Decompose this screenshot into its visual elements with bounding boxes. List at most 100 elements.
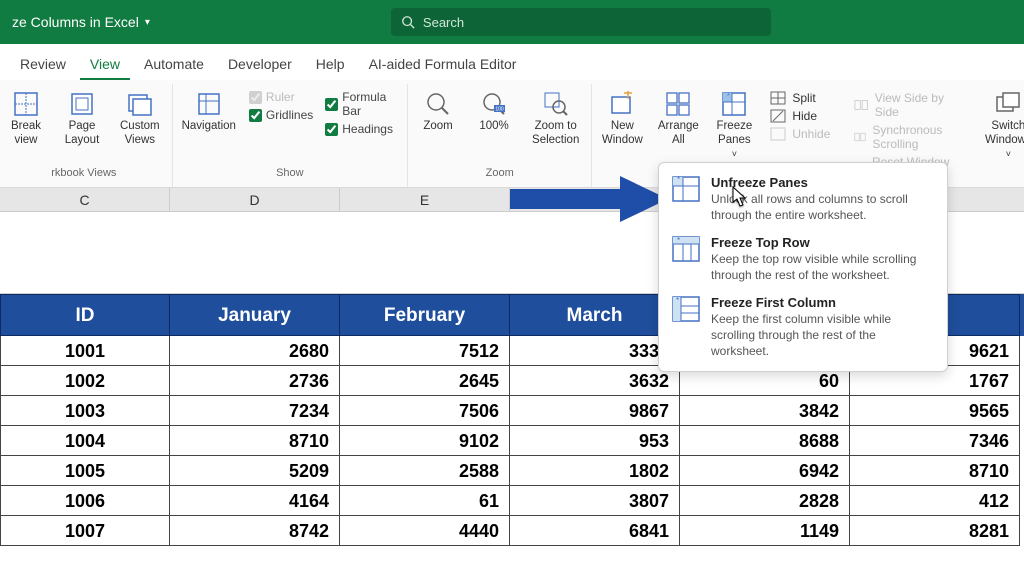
headings-checkbox[interactable]: Headings	[325, 122, 399, 136]
zoom-to-selection-button[interactable]: Zoom to Selection	[528, 88, 583, 150]
freeze-top-row-item[interactable]: * Freeze Top Row Keep the top row visibl…	[665, 229, 941, 289]
data-cell[interactable]: 9867	[510, 396, 680, 426]
title-text: ze Columns in Excel	[12, 14, 139, 30]
navigation-button[interactable]: Navigation	[181, 88, 237, 136]
search-input[interactable]: Search	[391, 8, 771, 36]
tab-help[interactable]: Help	[306, 48, 355, 80]
header-cell[interactable]: February	[340, 294, 510, 336]
hide-button[interactable]: Hide	[768, 108, 832, 124]
dropdown-title: Freeze Top Row	[711, 235, 935, 250]
data-cell[interactable]: 5209	[170, 456, 340, 486]
label: Freeze Panes ˅	[716, 120, 752, 161]
group-show: Navigation Ruler Gridlines Formula Bar H…	[173, 84, 408, 187]
data-cell[interactable]: 6841	[510, 516, 680, 546]
mouse-cursor	[732, 186, 750, 213]
data-cell[interactable]: 3632	[510, 366, 680, 396]
freeze-panes-button[interactable]: * Freeze Panes ˅	[712, 88, 756, 163]
data-cell[interactable]: 1005	[0, 456, 170, 486]
data-cell[interactable]: 1003	[0, 396, 170, 426]
formula-bar-checkbox[interactable]: Formula Bar	[325, 90, 399, 118]
data-cell[interactable]: 1149	[680, 516, 850, 546]
unhide-button: Unhide	[768, 126, 832, 142]
zoom-button[interactable]: Zoom	[416, 88, 460, 136]
gridlines-checkbox[interactable]: Gridlines	[249, 108, 313, 122]
data-cell[interactable]: 8742	[170, 516, 340, 546]
formula-bar-check[interactable]	[325, 98, 338, 111]
data-cell[interactable]: 2680	[170, 336, 340, 366]
freeze-panes-dropdown: * Unfreeze Panes Unlock all rows and col…	[658, 162, 948, 372]
navigation-icon	[195, 90, 223, 118]
zoom-icon	[424, 90, 452, 118]
freeze-first-column-item[interactable]: * Freeze First Column Keep the first col…	[665, 289, 941, 365]
data-cell[interactable]: 4440	[340, 516, 510, 546]
tab-ai-formula[interactable]: AI-aided Formula Editor	[359, 48, 527, 80]
header-cell[interactable]: March	[510, 294, 680, 336]
data-cell[interactable]: 9565	[850, 396, 1020, 426]
view-side-by-side-button: View Side by Side	[852, 90, 963, 120]
svg-text:*: *	[677, 175, 680, 184]
label: Page Layout	[65, 120, 100, 148]
label: Navigation	[182, 120, 236, 134]
data-cell[interactable]: 8710	[850, 456, 1020, 486]
workbook-title[interactable]: ze Columns in Excel ▾	[12, 14, 150, 30]
unhide-icon	[770, 127, 786, 141]
header-cell[interactable]: ID	[0, 294, 170, 336]
label: New Window	[602, 120, 643, 148]
label: Zoom to Selection	[532, 120, 579, 148]
ruler-checkbox[interactable]: Ruler	[249, 90, 313, 104]
data-cell[interactable]: 2736	[170, 366, 340, 396]
hide-icon	[770, 109, 786, 123]
data-cell[interactable]: 4164	[170, 486, 340, 516]
split-button[interactable]: Split	[768, 90, 832, 106]
page-layout-icon	[68, 90, 96, 118]
switch-windows-button[interactable]: Switch Windows ˅	[984, 88, 1024, 163]
tab-view[interactable]: View	[80, 48, 130, 80]
unfreeze-panes-item[interactable]: * Unfreeze Panes Unlock all rows and col…	[665, 169, 941, 229]
table-row: 10048710910295386887346	[0, 426, 1024, 456]
data-cell[interactable]: 8688	[680, 426, 850, 456]
data-cell[interactable]: 7506	[340, 396, 510, 426]
data-cell[interactable]: 7512	[340, 336, 510, 366]
page-break-preview-button[interactable]: Break view	[4, 88, 48, 150]
data-cell[interactable]: 7234	[170, 396, 340, 426]
custom-views-button[interactable]: Custom Views	[116, 88, 164, 150]
tab-review[interactable]: Review	[10, 48, 76, 80]
data-cell[interactable]: 6942	[680, 456, 850, 486]
arrange-all-button[interactable]: Arrange All	[656, 88, 700, 150]
header-cell[interactable]: January	[170, 294, 340, 336]
data-cell[interactable]: 8710	[170, 426, 340, 456]
data-cell[interactable]: 3842	[680, 396, 850, 426]
data-cell[interactable]: 3807	[510, 486, 680, 516]
data-cell[interactable]: 1004	[0, 426, 170, 456]
tab-developer[interactable]: Developer	[218, 48, 302, 80]
data-cell[interactable]: 2645	[340, 366, 510, 396]
data-cell[interactable]: 2828	[680, 486, 850, 516]
data-cell[interactable]: 8281	[850, 516, 1020, 546]
gridlines-check[interactable]	[249, 109, 262, 122]
data-cell[interactable]: 7346	[850, 426, 1020, 456]
data-cell[interactable]: 2588	[340, 456, 510, 486]
headings-check[interactable]	[325, 123, 338, 136]
col-header[interactable]: D	[170, 188, 340, 211]
new-window-button[interactable]: New Window	[600, 88, 644, 150]
data-cell[interactable]: 61	[340, 486, 510, 516]
data-cell[interactable]: 3332	[510, 336, 680, 366]
data-cell[interactable]: 1002	[0, 366, 170, 396]
data-cell[interactable]: 1001	[0, 336, 170, 366]
data-cell[interactable]: 1802	[510, 456, 680, 486]
col-header[interactable]: C	[0, 188, 170, 211]
dropdown-text: Freeze Top Row Keep the top row visible …	[711, 235, 935, 283]
data-cell[interactable]: 9102	[340, 426, 510, 456]
custom-views-icon	[126, 90, 154, 118]
tab-automate[interactable]: Automate	[134, 48, 214, 80]
data-cell[interactable]: 1006	[0, 486, 170, 516]
svg-text:*: *	[676, 296, 679, 305]
data-cell[interactable]: 1007	[0, 516, 170, 546]
col-header[interactable]: E	[340, 188, 510, 211]
data-cell[interactable]: 953	[510, 426, 680, 456]
ruler-check[interactable]	[249, 91, 262, 104]
zoom-100-button[interactable]: 100 100%	[472, 88, 516, 136]
page-layout-button[interactable]: Page Layout	[60, 88, 104, 150]
data-cell[interactable]: 412	[850, 486, 1020, 516]
group-zoom: Zoom 100 100% Zoom to Selection Zoom	[408, 84, 592, 187]
